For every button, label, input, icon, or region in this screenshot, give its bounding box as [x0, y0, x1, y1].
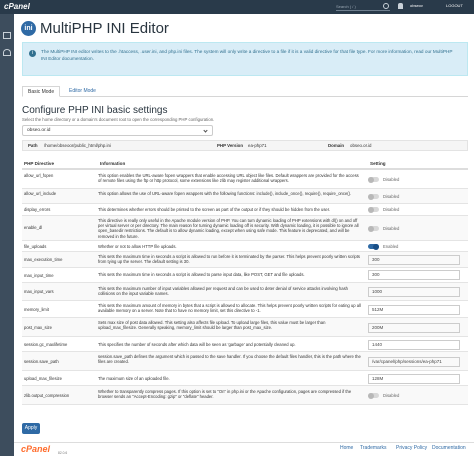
- chevron-down-icon: [203, 128, 208, 133]
- main-content: ini MultiPHP INI Editor i The MultiPHP I…: [14, 14, 474, 456]
- search-input[interactable]: Search ( / ): [336, 3, 390, 11]
- mode-tabs: Basic Mode Editor Mode: [22, 86, 468, 97]
- header-directive: PHP Directive: [24, 161, 55, 166]
- directive-info: Whether or not to allow HTTP file upload…: [98, 244, 177, 249]
- path-label: Path: [28, 143, 38, 148]
- directive-info: This sets the maximum amount of memory i…: [98, 303, 361, 314]
- directive-info: This sets the maximum number of input va…: [98, 286, 348, 297]
- directive-name: max_input_vars: [24, 289, 54, 294]
- directive-info: Whether to transparently compress pages.…: [98, 389, 352, 400]
- table-row: max_execution_time This sets the maximum…: [22, 252, 468, 268]
- ini-editor-icon: ini: [21, 21, 36, 36]
- table-row: zlib.output_compression Whether to trans…: [22, 386, 468, 405]
- toggle-switch[interactable]: [368, 193, 379, 200]
- logout-link[interactable]: LOGOUT: [446, 3, 463, 8]
- tab-basic-mode[interactable]: Basic Mode: [22, 86, 61, 97]
- directive-info: This specifies the number of seconds aft…: [98, 342, 296, 347]
- search-icon[interactable]: [383, 3, 389, 9]
- max-input-vars-input[interactable]: 1000: [368, 287, 460, 297]
- table-row: allow_url_fopen This option enables the …: [22, 171, 468, 189]
- directive-info: The maximum size of an uploaded file.: [98, 376, 170, 381]
- page-title: MultiPHP INI Editor: [40, 20, 169, 37]
- domain-select[interactable]: obseo.or.id: [22, 125, 213, 136]
- table-row: post_max_size Sets max size of post data…: [22, 318, 468, 337]
- memory-limit-input[interactable]: 512M: [368, 305, 460, 315]
- tab-editor-mode[interactable]: Editor Mode: [64, 86, 101, 97]
- version-text: 82.0.6: [58, 451, 68, 455]
- section-title: Configure PHP INI basic settings: [22, 105, 168, 116]
- cpanel-logo[interactable]: cPanel: [4, 2, 30, 11]
- toggle-switch[interactable]: [368, 225, 379, 232]
- directive-info: This directive is really only useful in …: [98, 218, 359, 239]
- directive-name: session.save_path: [24, 359, 59, 364]
- upload-max-filesize-input[interactable]: 128M: [368, 374, 460, 384]
- path-value: /home/obseoor/public_html/php.ini: [44, 143, 111, 148]
- directive-name: max_input_time: [24, 273, 54, 278]
- directive-info: This option allows the use of URL-aware …: [98, 191, 352, 196]
- directive-info: Sets max size of post data allowed. This…: [98, 320, 326, 331]
- user-menu[interactable]: obseov: [410, 3, 423, 8]
- table-row: display_errors This determines whether e…: [22, 204, 468, 216]
- directive-name: max_execution_time: [24, 257, 63, 262]
- top-navigation-bar: cPanel Search ( / ) obseov LOGOUT: [0, 0, 474, 14]
- users-icon[interactable]: [3, 49, 11, 56]
- table-row: file_uploads Whether or not to allow HTT…: [22, 241, 468, 252]
- footer-documentation-link[interactable]: Documentation: [432, 445, 466, 451]
- table-row: memory_limit This sets the maximum amoun…: [22, 301, 468, 318]
- toggle-switch[interactable]: [368, 243, 379, 250]
- footer-trademarks-link[interactable]: Trademarks: [360, 445, 387, 451]
- session-gc-maxlifetime-input[interactable]: 1440: [368, 340, 460, 350]
- footer-home-link[interactable]: Home: [340, 445, 353, 451]
- table-row: allow_url_include This option allows the…: [22, 189, 468, 204]
- domain-value: obseo.or.id: [350, 143, 372, 148]
- max-execution-time-input[interactable]: 300: [368, 255, 460, 265]
- selected-domain: obseo.or.id: [27, 128, 51, 133]
- table-row: session.save_path session.save_path defi…: [22, 352, 468, 371]
- configuration-path-bar: Path /home/obseoor/public_html/php.ini P…: [22, 140, 468, 151]
- toggle-switch[interactable]: [368, 392, 379, 399]
- directive-info: This sets the maximum time in seconds a …: [98, 272, 305, 277]
- directive-info: This option enables the URL-aware fopen …: [98, 173, 359, 184]
- directive-name: post_max_size: [24, 325, 52, 330]
- footer: cPanel 82.0.6 Home Trademarks Privacy Po…: [14, 442, 474, 456]
- directive-info: session.save_path defines the argument w…: [98, 354, 361, 365]
- toggle-switch[interactable]: [368, 176, 379, 183]
- directive-info: This sets the maximum time in seconds a …: [98, 254, 360, 265]
- directive-name: allow_url_include: [24, 191, 57, 196]
- footer-cpanel-logo[interactable]: cPanel: [21, 444, 50, 454]
- toggle-switch[interactable]: [368, 206, 379, 213]
- table-row: upload_max_filesize The maximum size of …: [22, 371, 468, 386]
- footer-privacy-policy-link[interactable]: Privacy Policy: [396, 445, 427, 451]
- table-row: max_input_vars This sets the maximum num…: [22, 283, 468, 301]
- table-row: session.gc_maxlifetime This specifies th…: [22, 337, 468, 352]
- php-version-label: PHP Version: [217, 143, 244, 148]
- header-information: Information: [100, 161, 126, 166]
- directive-name: upload_max_filesize: [24, 376, 62, 381]
- header-setting: Setting: [370, 161, 386, 166]
- directive-name: display_errors: [24, 207, 51, 212]
- directive-name: zlib.output_compression: [24, 393, 70, 398]
- info-text: The MultiPHP INI editor writes to the .h…: [41, 49, 453, 61]
- directive-name: file_uploads: [24, 244, 47, 249]
- max-input-time-input[interactable]: 300: [368, 270, 460, 280]
- directive-name: memory_limit: [24, 307, 49, 312]
- table-row: max_input_time This sets the maximum tim…: [22, 268, 468, 283]
- info-icon: i: [29, 50, 36, 57]
- grid-icon[interactable]: [3, 32, 11, 39]
- directive-info: This determines whether errors should be…: [98, 207, 331, 212]
- post-max-size-input[interactable]: 200M: [368, 323, 460, 333]
- directive-name: session.gc_maxlifetime: [24, 342, 68, 347]
- info-alert: i The MultiPHP INI editor writes to the …: [22, 42, 468, 76]
- domain-helper-text: Select the home directory or a domain's …: [22, 117, 215, 122]
- table-header: PHP Directive Information Setting: [22, 159, 468, 170]
- php-version-value: ea-php71: [248, 143, 267, 148]
- session-save-path-input[interactable]: /var/cpanel/php/sessions/ea-php71: [368, 357, 460, 367]
- left-sidebar: [0, 14, 14, 456]
- directive-name: enable_dl: [24, 225, 43, 230]
- domain-label: Domain: [328, 143, 345, 148]
- apply-button[interactable]: Apply: [22, 423, 40, 434]
- notifications-icon[interactable]: [398, 3, 403, 9]
- directive-name: allow_url_fopen: [24, 173, 54, 178]
- table-row: enable_dl This directive is really only …: [22, 216, 468, 241]
